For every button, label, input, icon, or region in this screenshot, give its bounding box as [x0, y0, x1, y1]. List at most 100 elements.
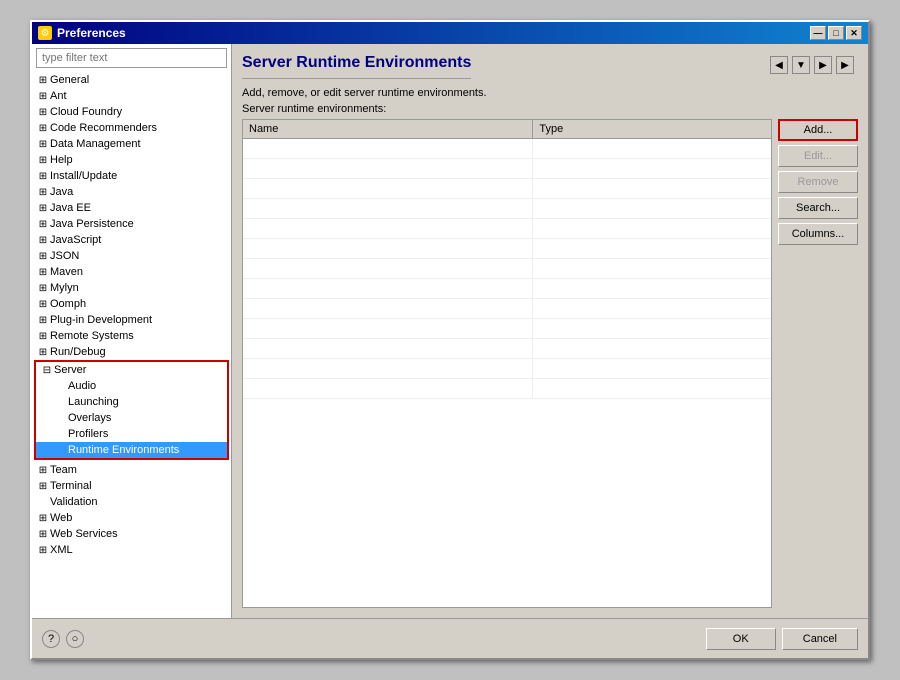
tree-label-cloud-foundry: Cloud Foundry — [50, 106, 122, 118]
expand-icon-general: ⊞ — [36, 73, 50, 87]
expand-icon-cloud-foundry: ⊞ — [36, 105, 50, 119]
table-row[interactable] — [243, 199, 771, 219]
window-controls: — □ ✕ — [810, 26, 862, 40]
expand-icon-remote-systems: ⊞ — [36, 329, 50, 343]
expand-icon-java: ⊞ — [36, 185, 50, 199]
tree-item-mylyn[interactable]: ⊞ Mylyn — [32, 280, 231, 296]
tree-item-web-services[interactable]: ⊞ Web Services — [32, 526, 231, 542]
tree-label-ant: Ant — [50, 90, 67, 102]
nav-forward2-button[interactable]: ▶ — [836, 56, 854, 74]
nav-back-button[interactable]: ◀ — [770, 56, 788, 74]
tree-item-server[interactable]: ⊟ Server — [36, 362, 227, 378]
tree-item-oomph[interactable]: ⊞ Oomph — [32, 296, 231, 312]
tree-label-server: Server — [54, 364, 86, 376]
close-button[interactable]: ✕ — [846, 26, 862, 40]
tree-item-run-debug[interactable]: ⊞ Run/Debug — [32, 344, 231, 360]
tree-item-java-persistence[interactable]: ⊞ Java Persistence — [32, 216, 231, 232]
tree-item-xml[interactable]: ⊞ XML — [32, 542, 231, 558]
search-button[interactable]: Search... — [778, 197, 858, 219]
tree-item-plugin-dev[interactable]: ⊞ Plug-in Development — [32, 312, 231, 328]
table-row[interactable] — [243, 239, 771, 259]
tree-item-code-recommenders[interactable]: ⊞ Code Recommenders — [32, 120, 231, 136]
tree-item-profilers[interactable]: Profilers — [36, 426, 227, 442]
action-buttons-panel: Add... Edit... Remove Search... Columns.… — [778, 119, 858, 608]
expand-icon-help: ⊞ — [36, 153, 50, 167]
maximize-button[interactable]: □ — [828, 26, 844, 40]
tree-item-maven[interactable]: ⊞ Maven — [32, 264, 231, 280]
tree-label-validation: Validation — [50, 496, 98, 508]
bottom-left: ? ○ — [42, 630, 84, 648]
column-type: Type — [533, 120, 771, 138]
tree-item-audio[interactable]: Audio — [36, 378, 227, 394]
table-row[interactable] — [243, 299, 771, 319]
tree-item-ant[interactable]: ⊞ Ant — [32, 88, 231, 104]
expand-icon-server: ⊟ — [40, 363, 54, 377]
table-row[interactable] — [243, 159, 771, 179]
info-icon[interactable]: ○ — [66, 630, 84, 648]
remove-button[interactable]: Remove — [778, 171, 858, 193]
tree-item-javascript[interactable]: ⊞ JavaScript — [32, 232, 231, 248]
column-name: Name — [243, 120, 533, 138]
table-row[interactable] — [243, 179, 771, 199]
tree-item-validation[interactable]: Validation — [32, 494, 231, 510]
tree-item-install-update[interactable]: ⊞ Install/Update — [32, 168, 231, 184]
expand-icon-javascript: ⊞ — [36, 233, 50, 247]
tree-item-java[interactable]: ⊞ Java — [32, 184, 231, 200]
right-panel: Server Runtime Environments ◀ ▼ ▶ ▶ Add,… — [232, 44, 868, 618]
expand-icon-runtime-environments — [54, 443, 68, 457]
table-row[interactable] — [243, 279, 771, 299]
tree-item-terminal[interactable]: ⊞ Terminal — [32, 478, 231, 494]
tree-label-java-persistence: Java Persistence — [50, 218, 134, 230]
table-row[interactable] — [243, 379, 771, 399]
tree-item-team[interactable]: ⊞ Team — [32, 462, 231, 478]
tree-item-overlays[interactable]: Overlays — [36, 410, 227, 426]
ok-button[interactable]: OK — [706, 628, 776, 650]
table-row[interactable] — [243, 259, 771, 279]
tree-label-oomph: Oomph — [50, 298, 86, 310]
add-button[interactable]: Add... — [778, 119, 858, 141]
tree-label-general: General — [50, 74, 89, 86]
tree-item-cloud-foundry[interactable]: ⊞ Cloud Foundry — [32, 104, 231, 120]
window-icon: ⚙ — [38, 26, 52, 40]
cancel-button[interactable]: Cancel — [782, 628, 858, 650]
expand-icon-plugin-dev: ⊞ — [36, 313, 50, 327]
table-body — [243, 139, 771, 607]
tree-item-runtime-environments[interactable]: Runtime Environments — [36, 442, 227, 458]
expand-icon-audio — [54, 379, 68, 393]
expand-icon-java-ee: ⊞ — [36, 201, 50, 215]
table-row[interactable] — [243, 359, 771, 379]
tree-label-team: Team — [50, 464, 77, 476]
expand-icon-data-management: ⊞ — [36, 137, 50, 151]
help-icon[interactable]: ? — [42, 630, 60, 648]
tree-item-general[interactable]: ⊞ General — [32, 72, 231, 88]
filter-input[interactable] — [36, 48, 227, 68]
table-row[interactable] — [243, 139, 771, 159]
tree-label-code-recommenders: Code Recommenders — [50, 122, 157, 134]
columns-button[interactable]: Columns... — [778, 223, 858, 245]
edit-button[interactable]: Edit... — [778, 145, 858, 167]
server-section-box: ⊟ Server Audio Launching — [34, 360, 229, 460]
tree-item-json[interactable]: ⊞ JSON — [32, 248, 231, 264]
nav-forward-button[interactable]: ▶ — [814, 56, 832, 74]
tree-item-remote-systems[interactable]: ⊞ Remote Systems — [32, 328, 231, 344]
expand-icon-launching — [54, 395, 68, 409]
tree-item-launching[interactable]: Launching — [36, 394, 227, 410]
expand-icon-ant: ⊞ — [36, 89, 50, 103]
window-body: ⊞ General ⊞ Ant ⊞ Cloud Foundry ⊞ Code R… — [32, 44, 868, 658]
table-row[interactable] — [243, 339, 771, 359]
tree-label-terminal: Terminal — [50, 480, 92, 492]
tree-label-help: Help — [50, 154, 73, 166]
table-row[interactable] — [243, 219, 771, 239]
tree-label-install-update: Install/Update — [50, 170, 117, 182]
tree-item-help[interactable]: ⊞ Help — [32, 152, 231, 168]
tree-label-xml: XML — [50, 544, 73, 556]
table-row[interactable] — [243, 319, 771, 339]
minimize-button[interactable]: — — [810, 26, 826, 40]
tree-label-run-debug: Run/Debug — [50, 346, 106, 358]
expand-icon-mylyn: ⊞ — [36, 281, 50, 295]
expand-icon-json: ⊞ — [36, 249, 50, 263]
tree-item-web[interactable]: ⊞ Web — [32, 510, 231, 526]
tree-item-data-management[interactable]: ⊞ Data Management — [32, 136, 231, 152]
tree-item-java-ee[interactable]: ⊞ Java EE — [32, 200, 231, 216]
nav-down-button[interactable]: ▼ — [792, 56, 810, 74]
